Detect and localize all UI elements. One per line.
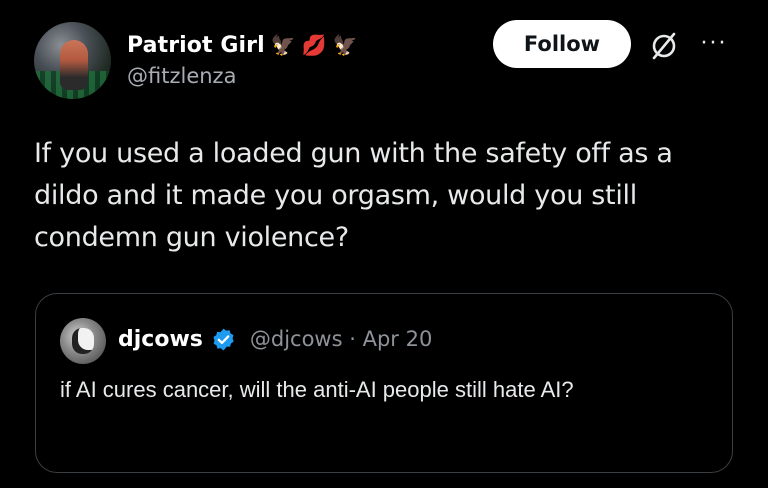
- quoted-handle-date: @djcows · Apr 20: [249, 327, 433, 351]
- cow-figure: [72, 328, 94, 354]
- circle-slash-icon[interactable]: [648, 30, 680, 62]
- follow-button[interactable]: Follow: [493, 20, 631, 68]
- tweet-text: If you used a loaded gun with the safety…: [34, 138, 673, 253]
- quoted-author-name[interactable]: djcows: [118, 327, 203, 352]
- more-horizontal-icon[interactable]: ···: [696, 30, 732, 58]
- quoted-tweet-header: djcows @djcows · Apr 20: [118, 322, 432, 356]
- avatar-figure: [60, 40, 88, 90]
- eagle-emoji: 🦅: [332, 33, 358, 57]
- verified-badge-icon: [213, 328, 234, 350]
- author-name-row: Patriot Girl 🦅 💋 🦅: [127, 28, 357, 62]
- quoted-tweet-card[interactable]: djcows @djcows · Apr 20 if AI cures canc…: [35, 293, 733, 473]
- quoted-tweet-text: if AI cures cancer, will the anti-AI peo…: [60, 377, 574, 402]
- lips-emoji: 💋: [301, 33, 327, 57]
- author-handle[interactable]: @fitzlenza: [127, 64, 236, 88]
- eagle-emoji: 🦅: [270, 33, 296, 57]
- author-avatar[interactable]: [34, 22, 111, 99]
- author-display-name[interactable]: Patriot Girl: [127, 33, 265, 58]
- quoted-author-avatar[interactable]: [60, 318, 106, 364]
